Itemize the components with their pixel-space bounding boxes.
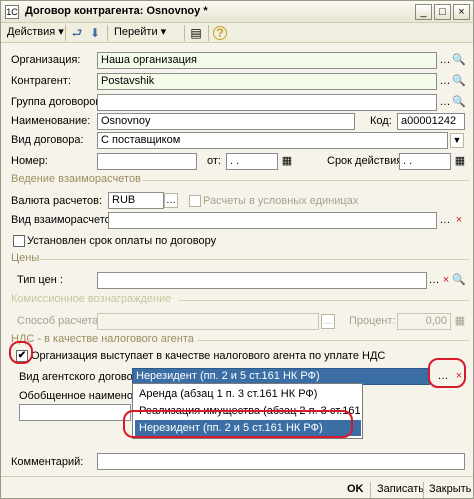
org-field[interactable]: Наша организация — [97, 52, 437, 69]
settlement-type-field[interactable] — [108, 212, 437, 229]
actions-menu[interactable]: Действия ▾ — [4, 24, 67, 41]
conventional-units-label: Расчеты в условных единицах — [203, 195, 359, 207]
ellipsis-button[interactable]: … — [427, 273, 441, 288]
actions-label: Действия — [7, 26, 56, 38]
down-arrow-icon[interactable]: ⬇ — [87, 25, 103, 41]
currency-label: Валюта расчетов: — [11, 195, 102, 207]
search-icon[interactable]: 🔍 — [452, 53, 466, 68]
goto-label: Перейти — [114, 26, 158, 38]
write-button[interactable]: Записать — [377, 481, 424, 498]
common-name-field[interactable] — [19, 404, 131, 421]
maximize-button[interactable]: □ — [434, 4, 451, 20]
name-field[interactable]: Osnovnoy — [97, 113, 355, 130]
close-window-button[interactable]: × — [453, 4, 470, 20]
clear-icon[interactable]: × — [452, 213, 466, 228]
highlight-ring — [428, 358, 466, 388]
footer-separator — [370, 482, 371, 498]
type-label: Вид договора: — [11, 134, 84, 146]
settlement-type-label: Вид взаиморасчетов: — [11, 214, 120, 226]
ok-button[interactable]: OK — [347, 481, 364, 498]
percent-field[interactable]: 0,00 — [397, 313, 451, 330]
calc-method-select[interactable] — [97, 313, 319, 330]
group-field[interactable] — [97, 94, 437, 111]
toolbar-separator — [208, 25, 209, 41]
price-type-field[interactable] — [97, 272, 427, 289]
toolbar-separator — [107, 25, 108, 41]
from-label: от: — [207, 155, 221, 167]
section-divider — [35, 259, 469, 260]
ellipsis-button[interactable]: … — [438, 53, 452, 68]
calendar-icon[interactable]: ▦ — [453, 154, 467, 169]
ellipsis-button[interactable]: … — [438, 74, 452, 89]
group-label: Группа договоров: — [11, 96, 105, 108]
ellipsis-button[interactable]: … — [164, 193, 178, 208]
highlight-ring — [123, 410, 353, 438]
code-label: Код: — [370, 115, 392, 127]
contractor-label: Контрагент: — [11, 75, 71, 87]
section-settlements: Ведение взаиморасчетов — [11, 173, 141, 185]
section-divider — [197, 340, 469, 341]
calendar-icon[interactable]: ▦ — [280, 154, 294, 169]
conventional-units-checkbox[interactable] — [189, 195, 201, 207]
org-label: Организация: — [11, 54, 81, 66]
agent-contract-label: Вид агентского договора: — [19, 371, 149, 383]
contractor-field[interactable]: Postavshik — [97, 73, 437, 90]
search-icon[interactable]: 🔍 — [452, 95, 466, 110]
comment-label: Комментарий: — [11, 456, 84, 468]
minimize-button[interactable]: _ — [415, 4, 432, 20]
ellipsis-button[interactable]: … — [438, 213, 452, 228]
name-label: Наименование: — [11, 115, 91, 127]
section-divider — [143, 180, 469, 181]
toolbar-separator — [184, 25, 185, 41]
number-field[interactable] — [97, 153, 197, 170]
footer-divider — [1, 476, 473, 477]
section-commission: Комиссионное вознаграждение — [11, 293, 172, 305]
term-label: Срок действия: — [327, 155, 406, 167]
currency-field[interactable]: RUB — [108, 192, 164, 209]
search-icon[interactable]: 🔍 — [452, 74, 466, 89]
term-date-field[interactable]: . . — [399, 153, 451, 170]
help-icon[interactable]: ? — [213, 26, 227, 40]
contract-type-select[interactable]: С поставщиком — [97, 132, 448, 149]
close-button[interactable]: Закрыть — [429, 481, 471, 498]
goto-menu[interactable]: Перейти ▾ — [111, 24, 169, 41]
table-icon[interactable]: ▤ — [188, 25, 204, 41]
ellipsis-button[interactable]: … — [438, 95, 452, 110]
contract-window: 1С Договор контрагента: Osnovnoy * _ □ ×… — [0, 0, 474, 499]
title-bar: 1С Договор контрагента: Osnovnoy * _ □ × — [1, 1, 473, 23]
section-prices: Цены — [11, 252, 40, 264]
app-icon: 1С — [5, 5, 19, 19]
search-icon[interactable]: 🔍 — [452, 273, 466, 288]
ellipsis-button[interactable]: … — [321, 314, 335, 329]
price-type-label: Тип цен : — [17, 274, 63, 286]
clear-icon[interactable]: × — [440, 273, 452, 288]
payment-term-checkbox[interactable] — [13, 235, 25, 247]
dropdown-option-rent[interactable]: Аренда (абзац 1 п. 3 ст.161 НК РФ) — [135, 386, 361, 402]
write-back-icon[interactable]: ⮐ — [69, 25, 85, 41]
number-label: Номер: — [11, 155, 48, 167]
percent-label: Процент: — [349, 315, 396, 327]
calc-method-label: Способ расчета: — [17, 315, 102, 327]
calculator-icon[interactable]: ▦ — [453, 314, 467, 329]
highlight-ring — [9, 341, 33, 364]
toolbar-separator — [65, 25, 66, 41]
comment-field[interactable] — [97, 453, 465, 470]
window-title: Договор контрагента: Osnovnoy * — [25, 5, 208, 17]
section-divider — [179, 300, 469, 301]
from-date-field[interactable]: . . — [226, 153, 278, 170]
toolbar: Действия ▾ ⮐ ⬇ Перейти ▾ ▤ ? — [1, 23, 473, 43]
chevron-down-icon[interactable]: ▼ — [450, 133, 464, 148]
section-vat: НДС - в качестве налогового агента — [11, 333, 194, 345]
code-field[interactable]: а00001242 — [397, 113, 465, 130]
payment-term-label: Установлен срок оплаты по договору — [27, 235, 217, 247]
tax-agent-label: Организация выступает в качестве налогов… — [31, 350, 386, 362]
footer-separator — [423, 482, 424, 498]
